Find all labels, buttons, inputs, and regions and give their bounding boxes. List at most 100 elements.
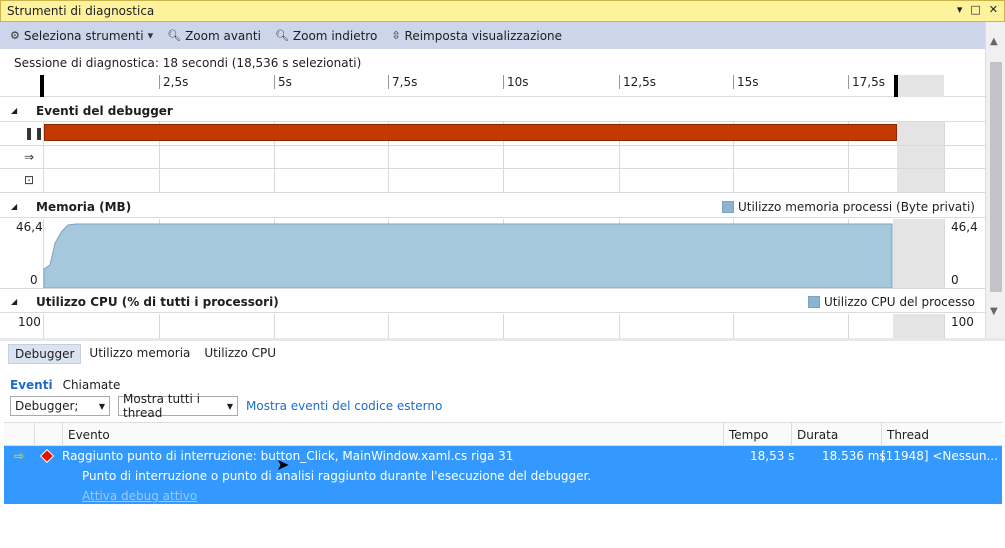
collapse-icon[interactable]: ◢ (11, 297, 17, 306)
select-tools-label: Seleziona strumenti (23, 28, 144, 43)
debugger-events-header[interactable]: ◢ Eventi del debugger (0, 100, 985, 122)
tick-label: 10s (503, 75, 529, 89)
debugger-subtabs: Eventi Chiamate (10, 378, 120, 392)
thread-filter-select[interactable]: Mostra tutti i thread ▼ (118, 392, 238, 420)
lane-divider (0, 145, 985, 146)
gridline (848, 314, 849, 338)
cpu-legend: Utilizzo CPU del processo (807, 294, 975, 309)
collapse-icon[interactable]: ◢ (11, 202, 17, 211)
chevron-down-icon: ▼ (226, 401, 233, 411)
gridline (619, 314, 620, 338)
mouse-cursor-icon: ➤ (276, 455, 290, 474)
tick-label: 12,5s (619, 75, 656, 89)
scroll-up-icon[interactable]: ▲ (990, 36, 998, 47)
table-row[interactable]: ⇨ Raggiunto punto di interruzione: butto… (4, 446, 1002, 504)
debugger-events-title: Eventi del debugger (36, 103, 173, 118)
thread-cell: [11948] <Nessun... (881, 449, 998, 463)
events-table-header: Evento Tempo Durata Thread (4, 422, 1002, 446)
legend-swatch (807, 295, 820, 308)
zoom-out-button[interactable]: 🔍︎ Zoom indietro (275, 29, 377, 43)
reset-view-button[interactable]: ⇳ Reimposta visualizzazione (391, 29, 562, 43)
unselected-range (897, 122, 944, 192)
toolbar: ⚙ Seleziona strumenti ▾ 🔍︎ Zoom avanti 🔍… (0, 22, 985, 49)
cpu-title: Utilizzo CPU (% di tutti i processori) (36, 294, 279, 309)
collapse-icon[interactable]: ◢ (11, 106, 17, 115)
lane-divider (0, 192, 985, 193)
show-external-events-link[interactable]: Mostra eventi del codice esterno (246, 399, 442, 413)
zoom-in-label: Zoom avanti (185, 28, 261, 43)
zoom-out-icon: 🔍︎ (274, 29, 289, 42)
step-icon: ⇒ (24, 150, 35, 164)
gridline (43, 314, 44, 338)
filters-bar: Debugger; ▼ Mostra tutti i thread ▼ Most… (10, 392, 442, 420)
memory-area (43, 223, 893, 289)
gear-icon: ⚙ (10, 29, 20, 42)
zoom-in-button[interactable]: 🔍︎ Zoom avanti (167, 29, 261, 43)
event-detail: Punto di interruzione o punto di analisi… (82, 469, 592, 483)
window-title: Strumenti di diagnostica (7, 4, 155, 18)
column-header-time[interactable]: Tempo (723, 423, 791, 446)
window-titlebar: Strumenti di diagnostica ▾ □ ✕ (0, 0, 1005, 22)
cpu-ymax-label: 100 (18, 315, 41, 329)
legend-swatch (721, 200, 734, 213)
cpu-header[interactable]: ◢ Utilizzo CPU (% di tutti i processori)… (0, 291, 985, 313)
cpu-legend-label: Utilizzo CPU del processo (823, 294, 975, 309)
memory-graph (43, 219, 945, 289)
pause-icon: ❚❚ (24, 126, 45, 140)
time-ruler[interactable]: 2,5s 5s 7,5s 10s 12,5s 15s 17,5s (0, 75, 985, 97)
tick-label: 17,5s (848, 75, 885, 89)
reset-view-label: Reimposta visualizzazione (404, 28, 563, 43)
gridline (388, 314, 389, 338)
gridline (503, 314, 504, 338)
tick-label: 7,5s (388, 75, 417, 89)
window-controls: ▾ □ ✕ (957, 3, 998, 16)
lane-divider (0, 168, 985, 169)
gridline (944, 122, 945, 192)
category-filter-select[interactable]: Debugger; ▼ (10, 396, 110, 416)
gridline (159, 314, 160, 338)
gridline (944, 314, 945, 338)
column-icon (34, 423, 62, 446)
duration-cell: 18.536 ms (822, 449, 886, 463)
dropdown-icon[interactable]: ▾ (957, 3, 963, 16)
details-tabs: Debugger Utilizzo memoria Utilizzo CPU (8, 344, 282, 364)
tick-label: 2,5s (159, 75, 188, 89)
cpu-ymax-right-label: 100 (951, 315, 974, 329)
selection-start-handle[interactable] (40, 75, 44, 97)
tab-cpu-usage[interactable]: Utilizzo CPU (198, 344, 282, 364)
activate-debug-link[interactable]: Attiva debug attivo (82, 489, 197, 503)
zoom-out-label: Zoom indietro (292, 28, 378, 43)
unselected-range (898, 75, 944, 97)
chevron-down-icon: ▾ (147, 29, 154, 42)
tab-memory-usage[interactable]: Utilizzo memoria (83, 344, 196, 364)
zoom-in-icon: 🔍︎ (167, 29, 182, 42)
subtab-events[interactable]: Eventi (10, 378, 53, 392)
column-header-duration[interactable]: Durata (791, 423, 881, 446)
lane-divider (0, 288, 985, 289)
chevron-down-icon: ▼ (98, 401, 105, 411)
column-header-event[interactable]: Evento (62, 423, 723, 446)
memory-legend: Utilizzo memoria processi (Byte privati) (721, 199, 975, 214)
timeline-scrollbar[interactable]: ▲ ▼ (985, 22, 1005, 338)
scroll-down-icon[interactable]: ▼ (990, 306, 998, 317)
column-header-thread[interactable]: Thread (881, 423, 981, 446)
memory-legend-label: Utilizzo memoria processi (Byte privati) (737, 199, 975, 214)
scroll-thumb[interactable] (990, 62, 1002, 292)
session-label: Sessione di diagnostica: 18 secondi (18,… (14, 56, 362, 70)
close-icon[interactable]: ✕ (989, 3, 998, 16)
time-cell: 18,53 s (750, 449, 795, 463)
gridline (733, 314, 734, 338)
tab-debugger[interactable]: Debugger (8, 344, 82, 364)
unselected-range (893, 314, 944, 338)
breakpoint-icon (39, 448, 55, 464)
memory-header[interactable]: ◢ Memoria (MB) Utilizzo memoria processi… (0, 196, 985, 218)
subtab-calls[interactable]: Chiamate (63, 378, 121, 392)
tick-label: 5s (274, 75, 292, 89)
splitter[interactable] (0, 338, 1005, 341)
reset-view-icon: ⇳ (391, 29, 401, 42)
gridline (274, 314, 275, 338)
select-tools-button[interactable]: ⚙ Seleziona strumenti ▾ (10, 29, 153, 43)
break-event-bar[interactable] (44, 124, 897, 141)
maximize-icon[interactable]: □ (970, 3, 980, 16)
current-statement-arrow-icon: ⇨ (14, 449, 25, 463)
